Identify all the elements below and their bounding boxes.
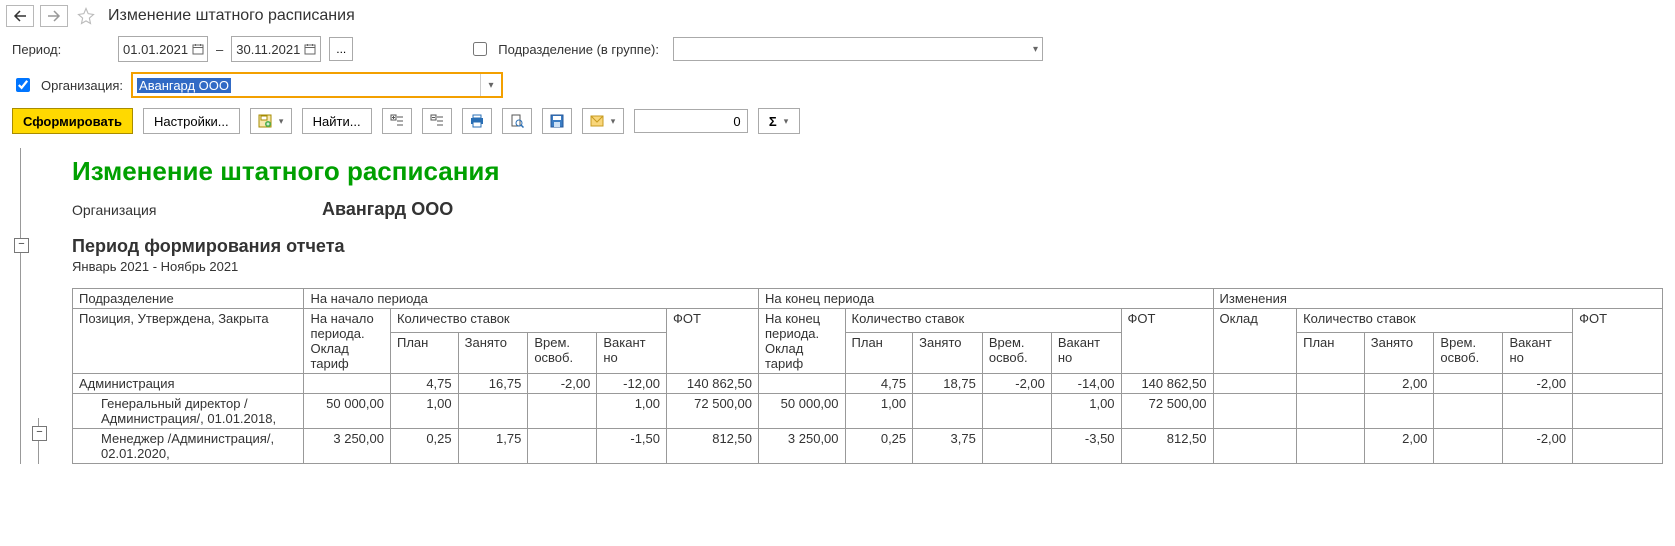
th-count: Количество ставок [1297,309,1573,333]
collapse-all-button[interactable] [422,108,452,134]
expand-all-button[interactable] [382,108,412,134]
print-icon [470,114,484,128]
preview-button[interactable] [502,108,532,134]
table-row[interactable]: Менеджер /Администрация/, 02.01.2020,3 2… [73,429,1663,464]
th-plan: План [845,332,913,373]
chevron-down-icon: ▾ [611,116,616,127]
th-busy: Занято [1364,332,1434,373]
th-fot: ФОТ [1121,309,1213,374]
page-title: Изменение штатного расписания [108,7,355,25]
th-start-period: На начало периода [304,289,759,309]
table-row[interactable]: Генеральный директор /Администрация/, 01… [73,394,1663,429]
report-org-value: Авангард ООО [322,199,453,220]
subdivision-checkbox[interactable] [473,42,487,56]
calendar-icon[interactable] [192,43,204,55]
report-org-label: Организация [72,202,322,218]
report-table: Подразделение На начало периода На конец… [72,288,1663,464]
collapse-tree-icon [430,114,444,128]
back-button[interactable] [6,5,34,27]
th-busy: Занято [458,332,528,373]
th-vacant: Вакант но [597,332,667,373]
th-subdivision: Подразделение [73,289,304,309]
th-count: Количество ставок [845,309,1121,333]
envelope-icon [590,115,604,127]
th-end-period: На конец периода [758,289,1213,309]
period-separator: – [216,42,223,57]
calendar-icon[interactable] [304,43,316,55]
floppy-icon [550,114,564,128]
tree-collapse-button[interactable]: − [32,426,47,441]
subdivision-combo[interactable]: ▾ [673,37,1043,61]
table-row[interactable]: Администрация4,7516,75-2,00-12,00140 862… [73,374,1663,394]
th-vacant: Вакант но [1503,332,1573,373]
tree-gutter: − − [0,148,60,464]
th-salary: Оклад [1213,309,1297,374]
th-fot: ФОТ [1573,309,1663,374]
chevron-down-icon[interactable]: ▾ [480,74,501,96]
organization-label: Организация: [41,78,123,93]
date-to-value: 30.11.2021 [236,42,300,57]
number-input[interactable] [634,109,748,133]
star-icon [77,7,95,25]
favorite-button[interactable] [74,4,98,28]
save-variant-button[interactable]: ▾ [250,108,292,134]
arrow-right-icon [47,10,61,22]
expand-tree-icon [390,114,404,128]
th-count: Количество ставок [390,309,666,333]
th-start-tarif: На начало периода. Оклад тариф [304,309,391,374]
th-temp: Врем. освоб. [528,332,597,373]
floppy-plus-icon [258,114,272,128]
date-from-input[interactable]: 01.01.2021 [118,36,208,62]
chevron-down-icon: ▾ [1033,44,1038,55]
subdivision-label: Подразделение (в группе): [498,42,659,57]
th-busy: Занято [913,332,983,373]
date-from-value: 01.01.2021 [123,42,188,57]
forward-button[interactable] [40,5,68,27]
th-plan: План [1297,332,1365,373]
settings-button[interactable]: Настройки... [143,108,240,134]
organization-checkbox[interactable] [16,78,30,92]
th-vacant: Вакант но [1051,332,1121,373]
organization-value: Авангард ООО [137,78,231,93]
th-end-tarif: На конец периода. Оклад тариф [758,309,845,374]
th-changes: Изменения [1213,289,1662,309]
page-magnify-icon [510,114,524,128]
sigma-icon: Σ [769,114,777,129]
arrow-left-icon [13,10,27,22]
th-temp: Врем. освоб. [1434,332,1503,373]
th-temp: Врем. освоб. [982,332,1051,373]
generate-button[interactable]: Сформировать [12,108,133,134]
date-to-input[interactable]: 30.11.2021 [231,36,321,62]
period-select-button[interactable]: ... [329,37,353,61]
report-period-text: Январь 2021 - Ноябрь 2021 [72,259,1663,274]
organization-combo[interactable]: Авангард ООО ▾ [131,72,503,98]
report-title: Изменение штатного расписания [72,156,1663,187]
report-period-title: Период формирования отчета [72,236,1663,257]
chevron-down-icon: ▾ [279,116,284,127]
period-label: Период: [12,42,110,57]
tree-collapse-button[interactable]: − [14,238,29,253]
print-button[interactable] [462,108,492,134]
th-fot: ФОТ [667,309,759,374]
chevron-down-icon: ▾ [784,116,789,127]
th-plan: План [390,332,458,373]
sum-button[interactable]: Σ ▾ [758,108,800,134]
send-button[interactable]: ▾ [582,108,624,134]
save-button[interactable] [542,108,572,134]
find-button[interactable]: Найти... [302,108,372,134]
th-position: Позиция, Утверждена, Закрыта [73,309,304,374]
